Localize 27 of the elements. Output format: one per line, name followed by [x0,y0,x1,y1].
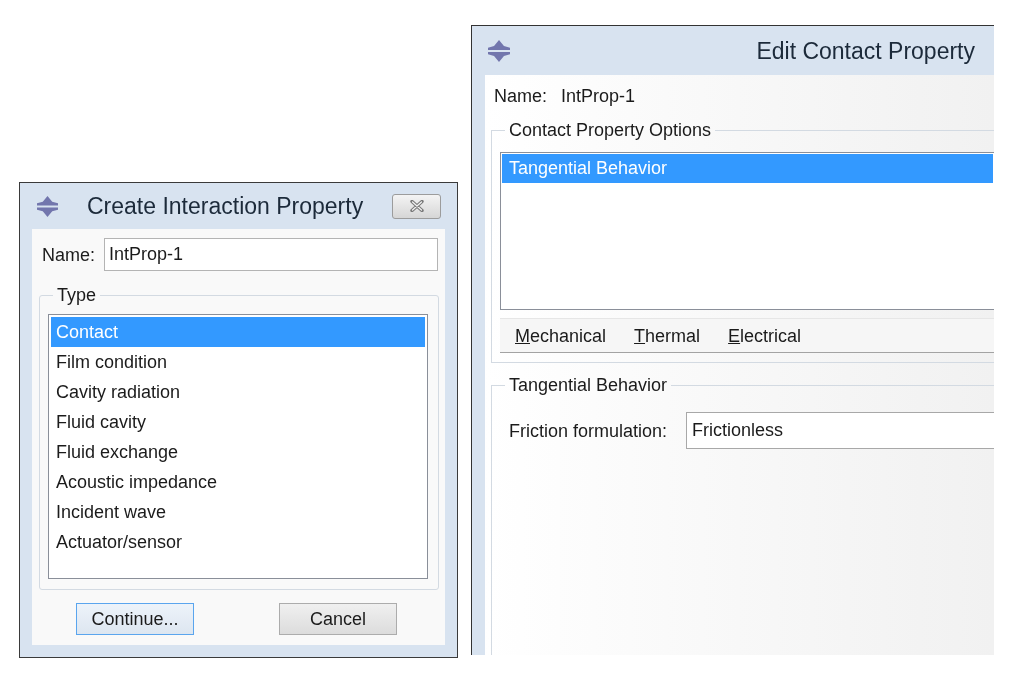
name-label: Name: [494,85,547,107]
list-item[interactable]: Actuator/sensor [51,527,425,557]
group-title: Type [56,285,98,305]
name-label: Name: [42,243,95,266]
name-value: IntProp-1 [561,85,636,107]
group-title: Contact Property Options [508,120,713,140]
list-item[interactable]: Film condition [51,347,425,377]
list-item[interactable]: Acoustic impedance [51,467,425,497]
dialog-button[interactable]: Cancel [279,603,397,635]
diamond-icon [37,195,58,217]
list-item[interactable]: Fluid exchange [51,437,425,467]
list-item[interactable]: Cavity radiation [51,377,425,407]
list-item[interactable]: Fluid cavity [51,407,425,437]
diamond-icon [488,39,510,62]
close-button[interactable] [392,193,441,219]
close-icon [409,200,424,212]
window-title: Create Interaction Property [87,192,364,220]
name-field[interactable]: IntProp-1 [104,238,438,271]
dialog-button[interactable]: Continue... [76,603,194,635]
window-title: Edit Contact Property [756,36,975,65]
menu-item[interactable]: Thermal [634,324,701,347]
group-title: Tangential Behavior [508,375,669,395]
list-item[interactable]: Incident wave [51,497,425,527]
field-label: Friction formulation: [509,419,668,442]
select-field[interactable]: Frictionless [686,412,994,449]
menu-item[interactable]: Electrical [728,324,802,347]
menu-item[interactable]: Mechanical [515,324,607,347]
